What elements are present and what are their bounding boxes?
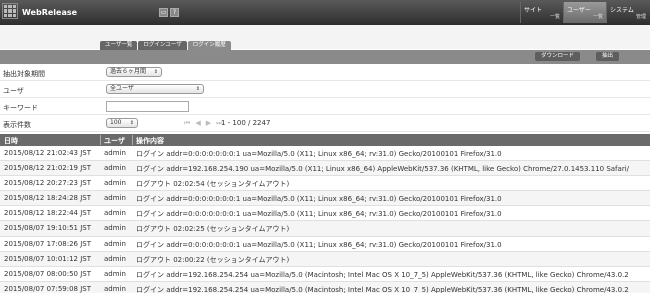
main-nav: サイト 一覧 ユーザー 一覧 システム 管理: [520, 2, 649, 23]
col-op[interactable]: 操作内容: [136, 136, 164, 146]
cell-date: 2015/08/07 17:08:26 JST: [4, 239, 92, 248]
table-row[interactable]: 2015/08/07 07:59:08 JST admin ログイン addr=19…: [0, 281, 650, 293]
window-icon[interactable]: ▭: [159, 8, 168, 17]
col-user[interactable]: ユーザ: [104, 136, 125, 146]
prev-page-icon[interactable]: ◀: [195, 119, 200, 128]
user-select[interactable]: 全ユーザ ⇕: [106, 84, 204, 94]
cell-user: admin: [104, 224, 126, 233]
keyword-row: キーワード: [0, 98, 650, 115]
keyword-input[interactable]: [106, 101, 189, 112]
nav-system-label: システム: [610, 7, 634, 14]
table-row[interactable]: 2015/08/12 18:22:44 JST admin ログイン addr=0:…: [0, 206, 650, 222]
cell-op: ログイン addr=192.168.254.254 ua=Mozilla/5.0…: [136, 285, 629, 293]
history-table: 2015/08/12 21:02:43 JST admin ログイン addr=0:…: [0, 146, 650, 293]
nav-site-label: サイト: [524, 7, 543, 14]
cell-date: 2015/08/12 18:22:44 JST: [4, 209, 92, 218]
cell-date: 2015/08/07 08:00:50 JST: [4, 269, 92, 278]
period-row: 抽出対象期間 過去６ヶ月間 ⇕: [0, 64, 650, 81]
app-title: WebRelease: [22, 8, 78, 17]
download-button[interactable]: ダウンロード: [535, 52, 581, 61]
subheader-band: [0, 25, 650, 49]
user-value: 全ユーザ: [110, 85, 134, 92]
user-chevron-icon: ⇕: [195, 86, 200, 92]
cell-date: 2015/08/12 21:02:19 JST: [4, 164, 92, 173]
cell-op: ログアウト 02:02:54 (セッションタイムアウト): [136, 180, 290, 189]
pager-controls: ⏮ ◀ ▶ ⏭: [184, 119, 222, 128]
sub-tabs: ユーザ一覧 ログインユーザ ログイン履歴: [100, 41, 231, 50]
cell-op: ログイン addr=0:0:0:0:0:0:0:1 ua=Mozilla/5.0…: [136, 210, 502, 219]
tab-login-history[interactable]: ログイン履歴: [187, 41, 231, 50]
table-row[interactable]: 2015/08/07 08:00:50 JST admin ログイン addr=19…: [0, 267, 650, 282]
cell-date: 2015/08/12 21:02:43 JST: [4, 149, 92, 157]
period-label: 抽出対象期間: [3, 70, 45, 78]
filter-form: 抽出対象期間 過去６ヶ月間 ⇕ ユーザ 全ユーザ ⇕ キーワード 表示件数 10…: [0, 64, 650, 132]
cell-date: 2015/08/12 18:24:28 JST: [4, 194, 92, 203]
top-header: WebRelease ▭ ? サイト 一覧 ユーザー 一覧 システム 管理: [0, 0, 650, 25]
nav-site-sub: 一覧: [549, 14, 560, 20]
col-divider: [132, 135, 133, 145]
nav-system-admin[interactable]: システム 管理: [606, 2, 649, 23]
nav-user-sub: 一覧: [592, 14, 603, 20]
period-select[interactable]: 過去６ヶ月間 ⇕: [106, 67, 162, 77]
table-row[interactable]: 2015/08/07 17:08:26 JST admin ログイン addr=0:…: [0, 237, 650, 252]
col-date[interactable]: 日時: [4, 136, 18, 146]
period-chevron-icon: ⇕: [153, 69, 158, 75]
cell-op: ログイン addr=0:0:0:0:0:0:0:1 ua=Mozilla/5.0…: [136, 150, 502, 158]
toolbar-icons: ▭ ?: [159, 8, 179, 17]
nav-site-list[interactable]: サイト 一覧: [520, 2, 563, 23]
table-row[interactable]: 2015/08/07 10:01:12 JST admin ログアウト 02:00:…: [0, 251, 650, 267]
cell-op: ログイン addr=192.168.254.190 ua=Mozilla/5.0…: [136, 165, 629, 174]
period-value: 過去６ヶ月間: [110, 68, 147, 75]
table-row[interactable]: 2015/08/12 20:27:23 JST admin ログアウト 02:02:…: [0, 176, 650, 192]
count-row: 表示件数 100 ⇕ ⏮ ◀ ▶ ⏭ 1 - 100 / 2247: [0, 115, 650, 132]
table-row[interactable]: 2015/08/12 18:24:28 JST admin ログイン addr=0:…: [0, 191, 650, 207]
cell-user: admin: [104, 179, 126, 188]
cell-date: 2015/08/07 10:01:12 JST: [4, 254, 92, 263]
cell-op: ログイン addr=192.168.254.254 ua=Mozilla/5.0…: [136, 270, 629, 279]
cell-user: admin: [104, 269, 126, 278]
user-label: ユーザ: [3, 87, 24, 95]
first-page-icon[interactable]: ⏮: [184, 119, 190, 128]
app-logo-icon[interactable]: [2, 3, 18, 19]
pager-range: 1 - 100 / 2247: [221, 119, 271, 127]
extract-button[interactable]: 抽出: [596, 52, 620, 61]
user-row: ユーザ 全ユーザ ⇕: [0, 81, 650, 98]
count-chevron-icon: ⇕: [129, 120, 134, 126]
tab-user-list[interactable]: ユーザ一覧: [100, 41, 138, 50]
count-value: 100: [110, 119, 122, 126]
help-icon[interactable]: ?: [170, 8, 179, 17]
cell-op: ログアウト 02:02:25 (セッションタイムアウト): [136, 225, 290, 234]
tab-login-users[interactable]: ログインユーザ: [138, 41, 187, 50]
keyword-label: キーワード: [3, 104, 38, 112]
nav-system-sub: 管理: [635, 14, 646, 20]
nav-user-list[interactable]: ユーザー 一覧: [563, 2, 606, 23]
count-label: 表示件数: [3, 121, 31, 129]
cell-op: ログアウト 02:00:22 (セッションタイムアウト): [136, 255, 290, 264]
cell-user: admin: [104, 239, 126, 248]
cell-user: admin: [104, 254, 126, 263]
cell-user: admin: [104, 149, 126, 157]
cell-user: admin: [104, 209, 126, 218]
cell-user: admin: [104, 194, 126, 203]
table-row[interactable]: 2015/08/12 21:02:19 JST admin ログイン addr=19…: [0, 161, 650, 177]
next-page-icon[interactable]: ▶: [206, 119, 211, 128]
cell-op: ログイン addr=0:0:0:0:0:0:0:1 ua=Mozilla/5.0…: [136, 240, 502, 249]
cell-op: ログイン addr=0:0:0:0:0:0:0:1 ua=Mozilla/5.0…: [136, 195, 502, 204]
count-select[interactable]: 100 ⇕: [106, 118, 138, 128]
cell-date: 2015/08/12 20:27:23 JST: [4, 179, 92, 188]
cell-date: 2015/08/07 07:59:08 JST: [4, 284, 92, 293]
cell-date: 2015/08/07 19:10:51 JST: [4, 224, 92, 233]
cell-user: admin: [104, 284, 126, 293]
table-row[interactable]: 2015/08/12 21:02:43 JST admin ログイン addr=0:…: [0, 146, 650, 162]
nav-user-label: ユーザー: [567, 7, 591, 14]
table-row[interactable]: 2015/08/07 19:10:51 JST admin ログアウト 02:02:…: [0, 221, 650, 237]
col-divider: [100, 135, 101, 145]
cell-user: admin: [104, 164, 126, 173]
table-header: 日時 ユーザ 操作内容: [0, 134, 650, 146]
